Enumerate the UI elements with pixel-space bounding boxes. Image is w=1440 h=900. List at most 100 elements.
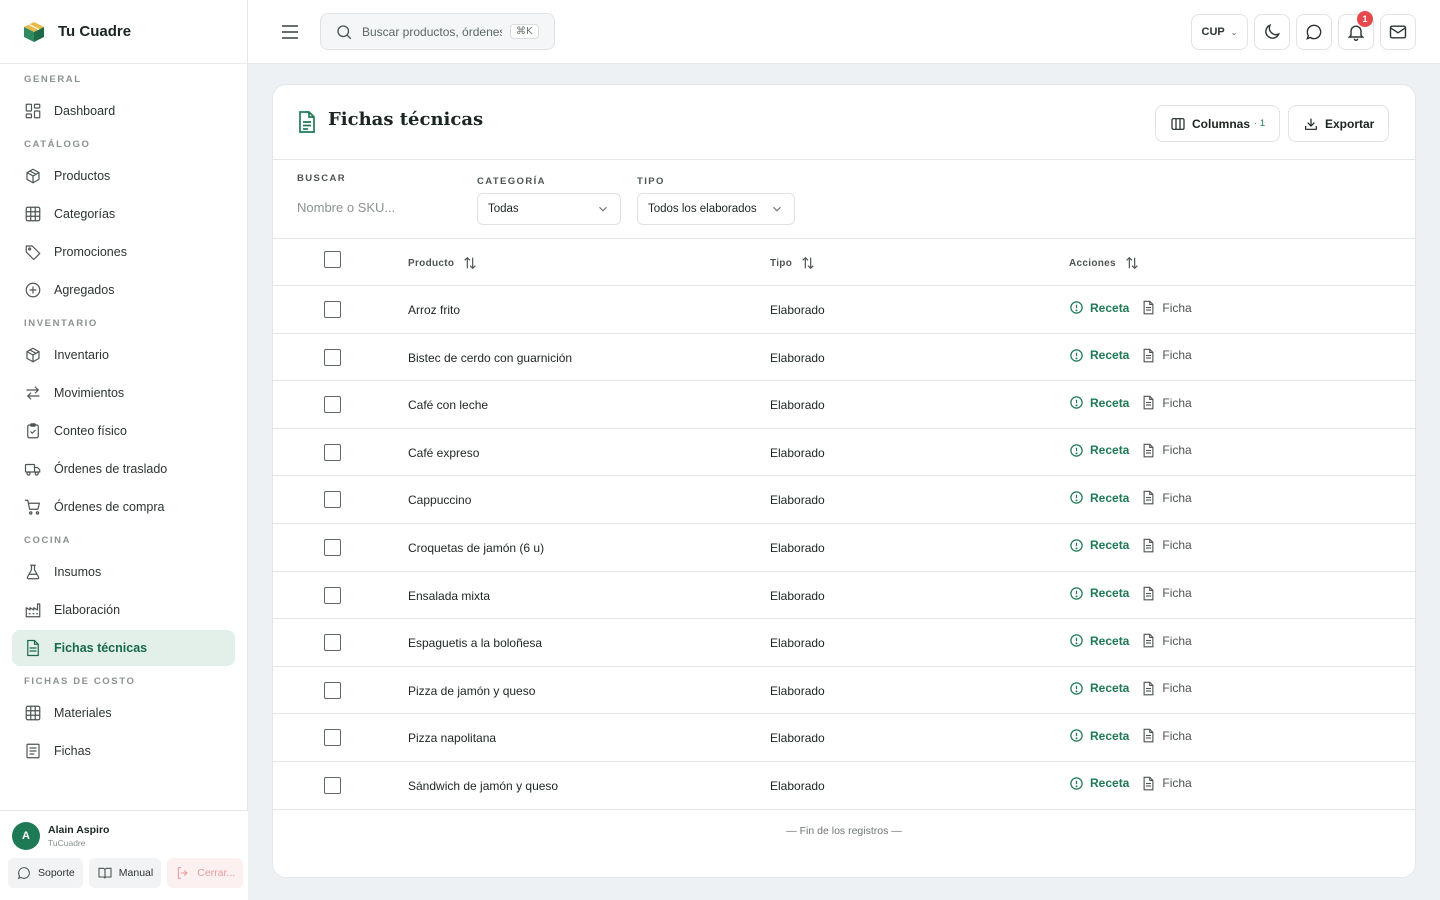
recipe-button[interactable]: Receta xyxy=(1069,633,1129,648)
currency-selector[interactable]: CUP ⌄ xyxy=(1191,14,1248,50)
sheet-button[interactable]: Ficha xyxy=(1141,490,1192,505)
column-header-type[interactable]: Tipo xyxy=(770,255,816,271)
dashboard-icon xyxy=(25,103,41,119)
menu-icon[interactable] xyxy=(280,22,300,42)
document-icon xyxy=(1143,300,1154,315)
select-all-checkbox[interactable] xyxy=(324,251,341,268)
recipe-button[interactable]: Receta xyxy=(1069,490,1129,505)
sheet-button[interactable]: Ficha xyxy=(1141,728,1192,743)
sidebar-item-inventario[interactable]: Inventario xyxy=(12,337,235,373)
sidebar-item-movimientos[interactable]: Movimientos xyxy=(12,375,235,411)
sidebar-item-materiales[interactable]: Materiales xyxy=(12,695,235,731)
sidebar-item-label: Inventario xyxy=(54,348,109,362)
sidebar-item-conteo-fisico[interactable]: Conteo físico xyxy=(12,413,235,449)
chat-icon xyxy=(17,867,30,880)
row-checkbox[interactable] xyxy=(324,776,341,794)
recipe-button[interactable]: Receta xyxy=(1069,348,1129,363)
brand[interactable]: Tu Cuadre xyxy=(0,0,247,64)
sheet-label: Ficha xyxy=(1162,681,1192,696)
product-type: Elaborado xyxy=(770,350,825,365)
sheet-button[interactable]: Ficha xyxy=(1141,633,1192,648)
table-row: Croquetas de jamón (6 u) Elaborado Receta F… xyxy=(273,524,1415,572)
recipe-button[interactable]: Receta xyxy=(1069,681,1129,696)
sidebar-item-ordenes-de-traslado[interactable]: Órdenes de traslado xyxy=(12,451,235,487)
recipe-button[interactable]: Receta xyxy=(1069,538,1129,553)
document-icon xyxy=(1143,538,1154,553)
type-select[interactable]: Todos los elaborados xyxy=(637,193,795,225)
recipe-button[interactable]: Receta xyxy=(1069,300,1129,315)
sidebar-item-dashboard[interactable]: Dashboard xyxy=(12,93,235,129)
support-button[interactable]: Soporte xyxy=(8,858,83,888)
table-row: Café con leche Elaborado Receta Ficha xyxy=(273,381,1415,429)
sidebar-item-fichas[interactable]: Fichas xyxy=(12,733,235,769)
grid-icon xyxy=(25,206,41,222)
alert-circle-icon xyxy=(1070,396,1083,409)
export-label: Exportar xyxy=(1325,116,1375,131)
sidebar-section-title: FICHAS DE COSTO xyxy=(24,676,136,687)
product-name: Espaguetis a la boloñesa xyxy=(408,636,543,651)
table-body: Arroz frito Elaborado Receta Ficha Bistec de… xyxy=(273,286,1415,810)
notifications-button[interactable]: 1 xyxy=(1338,11,1374,50)
recipe-button[interactable]: Receta xyxy=(1069,776,1129,791)
sheet-button[interactable]: Ficha xyxy=(1141,776,1192,791)
chat-button[interactable] xyxy=(1296,14,1332,50)
row-checkbox[interactable] xyxy=(324,348,341,366)
plus-circle-icon xyxy=(25,282,41,298)
sidebar-item-label: Materiales xyxy=(54,706,112,720)
sidebar-item-label: Insumos xyxy=(54,565,102,579)
sheet-button[interactable]: Ficha xyxy=(1141,443,1192,458)
recipe-button[interactable]: Receta xyxy=(1069,443,1129,458)
manual-button[interactable]: Manual xyxy=(88,858,162,888)
row-checkbox[interactable] xyxy=(324,538,341,556)
logout-button[interactable]: Cerrar... xyxy=(167,858,244,888)
mail-button[interactable] xyxy=(1380,14,1416,50)
sidebar-item-elaboracion[interactable]: Elaboración xyxy=(12,592,235,628)
brand-logo-icon xyxy=(24,21,44,42)
column-header-actions[interactable]: Acciones xyxy=(1069,255,1140,271)
sidebar-item-promociones[interactable]: Promociones xyxy=(12,234,235,270)
sheet-button[interactable]: Ficha xyxy=(1141,586,1192,601)
product-search-input[interactable] xyxy=(297,200,447,215)
global-search[interactable]: ⌘K xyxy=(320,13,555,50)
sidebar-item-categorias[interactable]: Categorías xyxy=(12,196,235,232)
flask-icon xyxy=(26,564,40,580)
product-type: Elaborado xyxy=(770,731,825,746)
sheet-button[interactable]: Ficha xyxy=(1141,348,1192,363)
sheet-button[interactable]: Ficha xyxy=(1141,300,1192,315)
recipe-button[interactable]: Receta xyxy=(1069,395,1129,410)
row-checkbox[interactable] xyxy=(324,443,341,461)
search-input[interactable] xyxy=(362,24,502,39)
row-checkbox[interactable] xyxy=(324,301,341,318)
row-checkbox[interactable] xyxy=(324,729,341,747)
user-profile[interactable]: A Alain Aspiro TuCuadre xyxy=(0,811,248,850)
document-icon xyxy=(1143,491,1154,505)
columns-button[interactable]: Columnas · 1 xyxy=(1155,105,1281,142)
recipe-button[interactable]: Receta xyxy=(1069,728,1129,743)
sidebar-item-label: Productos xyxy=(54,169,111,183)
book-icon xyxy=(98,867,112,879)
sidebar-item-label: Categorías xyxy=(54,207,116,221)
row-checkbox[interactable] xyxy=(324,491,341,509)
theme-toggle-button[interactable] xyxy=(1254,14,1290,50)
sidebar-item-insumos[interactable]: Insumos xyxy=(12,554,235,590)
row-checkbox[interactable] xyxy=(324,681,341,699)
row-checkbox[interactable] xyxy=(324,634,341,652)
sidebar-item-productos[interactable]: Productos xyxy=(12,158,235,194)
sheet-button[interactable]: Ficha xyxy=(1141,395,1192,410)
table-row: Pizza napolitana Elaborado Receta Ficha xyxy=(273,714,1415,762)
recipe-button[interactable]: Receta xyxy=(1069,586,1129,601)
category-select[interactable]: Todas xyxy=(477,193,621,225)
notification-badge: 1 xyxy=(1357,11,1373,27)
export-button[interactable]: Exportar xyxy=(1288,105,1390,142)
row-checkbox[interactable] xyxy=(324,586,341,604)
sheet-button[interactable]: Ficha xyxy=(1141,681,1192,696)
sidebar-item-agregados[interactable]: Agregados xyxy=(12,272,235,308)
sidebar-item-ordenes-de-compra[interactable]: Órdenes de compra xyxy=(12,489,235,525)
sidebar-item-fichas-tecnicas[interactable]: Fichas técnicas xyxy=(12,630,235,666)
column-header-product[interactable]: Producto xyxy=(408,255,478,271)
sidebar-item-label: Promociones xyxy=(54,245,127,259)
row-checkbox[interactable] xyxy=(324,396,341,414)
sheet-button[interactable]: Ficha xyxy=(1141,538,1192,553)
product-type: Elaborado xyxy=(770,303,825,317)
recipe-label: Receta xyxy=(1090,586,1130,601)
